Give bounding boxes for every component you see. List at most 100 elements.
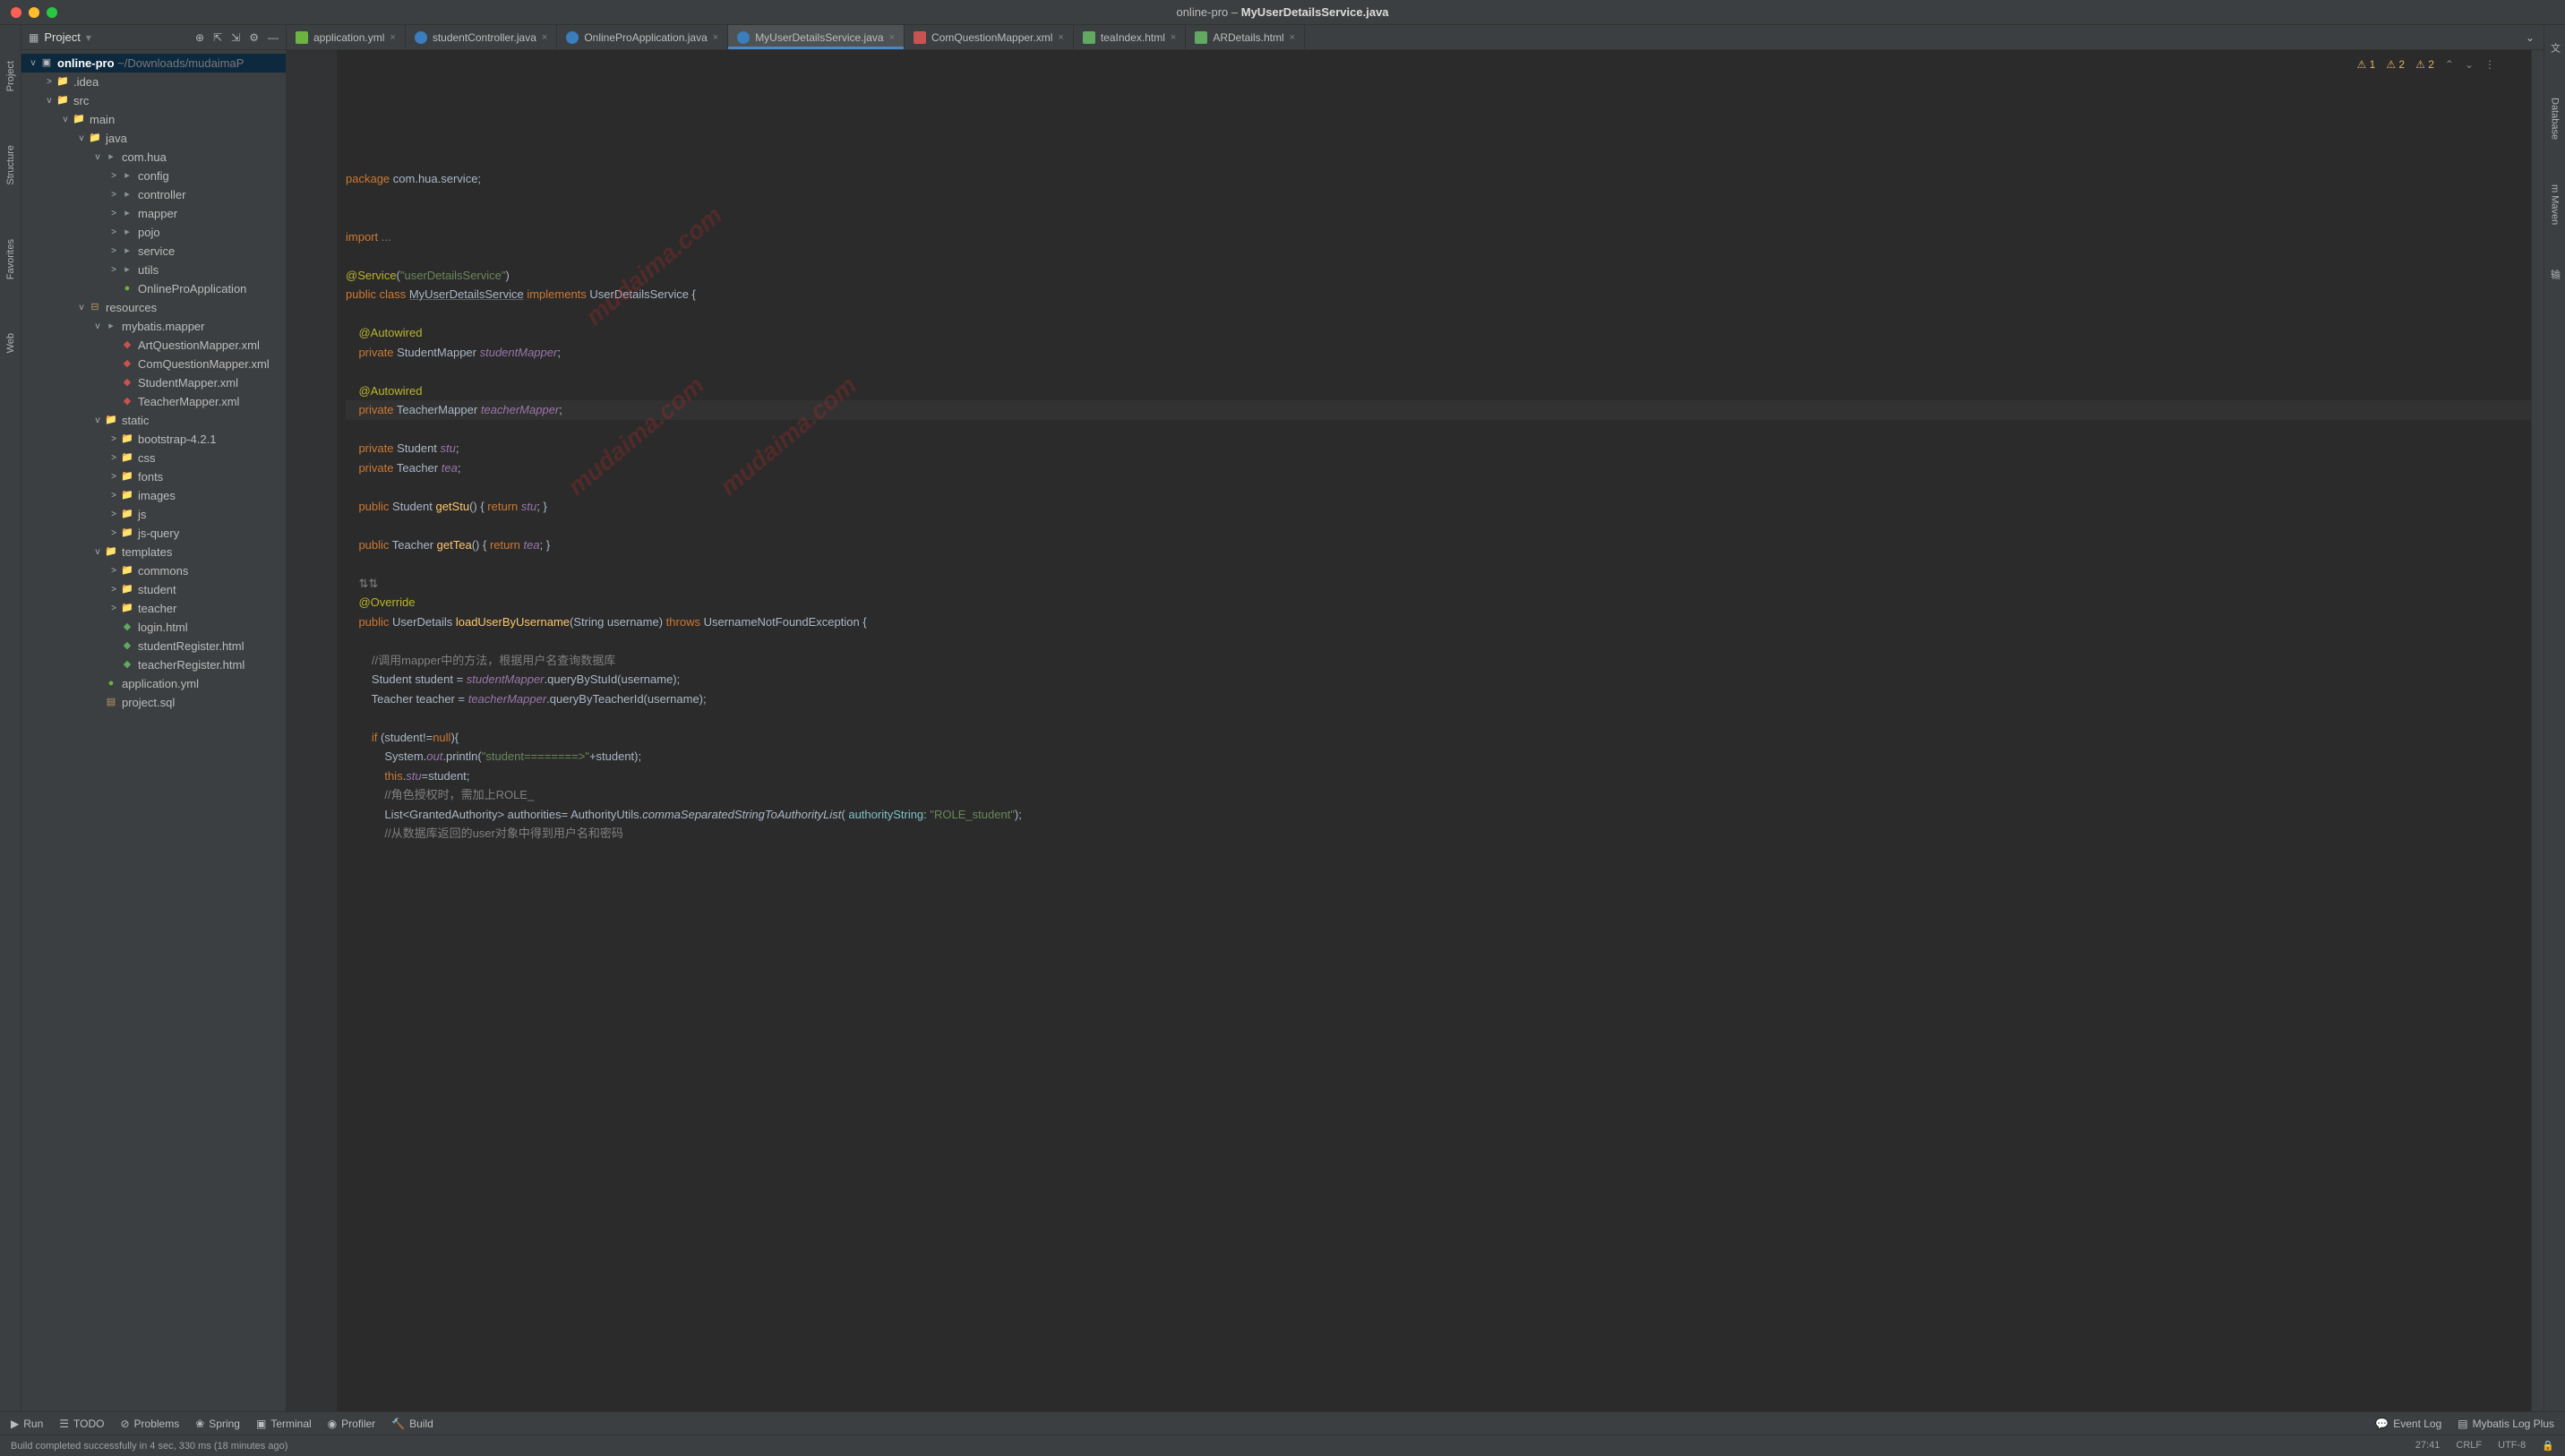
code-line[interactable]: private Teacher tea;	[346, 458, 2531, 478]
tree-item-resources[interactable]: v⊟resources	[21, 298, 286, 317]
settings-icon[interactable]: ⚙	[249, 31, 259, 44]
toolwindow-build[interactable]: 🔨Build	[391, 1417, 433, 1430]
tree-item-com-hua[interactable]: v▸com.hua	[21, 148, 286, 167]
tree-item-js-query[interactable]: >📁js-query	[21, 524, 286, 543]
close-tab-icon[interactable]: ×	[713, 32, 718, 43]
collapse-icon[interactable]: ⇲	[231, 31, 240, 44]
tree-item-pojo[interactable]: >▸pojo	[21, 223, 286, 242]
tree-item-teacher[interactable]: >📁teacher	[21, 599, 286, 618]
tab-teaIndex-html[interactable]: teaIndex.html×	[1074, 25, 1186, 49]
tab-studentController-java[interactable]: studentController.java×	[406, 25, 558, 49]
toolwindow-mybatis-log-plus[interactable]: ▤Mybatis Log Plus	[2458, 1417, 2554, 1430]
tree-item-teacherRegister-html[interactable]: ◆teacherRegister.html	[21, 655, 286, 674]
tree-item-ComQuestionMapper-xml[interactable]: ◆ComQuestionMapper.xml	[21, 355, 286, 373]
lock-icon[interactable]: 🔒	[2542, 1440, 2554, 1452]
rail-m-maven[interactable]: m Maven	[2550, 184, 2561, 225]
inspections-summary[interactable]: ⚠ 1 ⚠ 2 ⚠ 2 ⌃ ⌄ ⋮	[2357, 56, 2495, 75]
code-line[interactable]: public class MyUserDetailsService implem…	[346, 285, 2531, 304]
close-tab-icon[interactable]: ×	[390, 32, 395, 43]
tree-item-mapper[interactable]: >▸mapper	[21, 204, 286, 223]
tree-item-student[interactable]: >📁student	[21, 580, 286, 599]
code-line[interactable]	[346, 189, 2531, 209]
code-line[interactable]: @Override	[346, 593, 2531, 612]
code-editor[interactable]: ⚠ 1 ⚠ 2 ⚠ 2 ⌃ ⌄ ⋮ mudaima.com mudaima.co…	[337, 50, 2531, 1411]
tree-item-config[interactable]: >▸config	[21, 167, 286, 185]
rail--[interactable]: 文	[2548, 43, 2562, 53]
tree-item-images[interactable]: >📁images	[21, 486, 286, 505]
tree-item-studentRegister-html[interactable]: ◆studentRegister.html	[21, 637, 286, 655]
error-stripe[interactable]	[2531, 50, 2544, 1411]
more-icon[interactable]: ⋮	[2484, 56, 2495, 75]
status-utf-8[interactable]: UTF-8	[2498, 1440, 2526, 1452]
code-line[interactable]: Teacher teacher = teacherMapper.queryByT…	[346, 689, 2531, 709]
tree-item-templates[interactable]: v📁templates	[21, 543, 286, 561]
code-line[interactable]: //从数据库返回的user对象中得到用户名和密码	[346, 824, 2531, 844]
code-line[interactable]: Student student = studentMapper.queryByS…	[346, 670, 2531, 689]
code-line[interactable]: @Service("userDetailsService")	[346, 266, 2531, 286]
tree-item-utils[interactable]: >▸utils	[21, 261, 286, 279]
toolwindow-run[interactable]: ▶Run	[11, 1417, 43, 1430]
code-line[interactable]	[346, 304, 2531, 324]
code-line[interactable]: //调用mapper中的方法，根据用户名查询数据库	[346, 651, 2531, 671]
toolwindow-event-log[interactable]: 💬Event Log	[2375, 1417, 2441, 1430]
minimize-window-button[interactable]	[29, 7, 39, 18]
rail-structure[interactable]: Structure	[5, 145, 16, 185]
toolwindow-todo[interactable]: ☰TODO	[59, 1417, 104, 1430]
project-label[interactable]: Project	[44, 30, 80, 44]
close-tab-icon[interactable]: ×	[1058, 32, 1063, 43]
code-line[interactable]: if (student!=null){	[346, 728, 2531, 748]
tree-item-ArtQuestionMapper-xml[interactable]: ◆ArtQuestionMapper.xml	[21, 336, 286, 355]
tree-item-fonts[interactable]: >📁fonts	[21, 467, 286, 486]
rail-database[interactable]: Database	[2550, 98, 2561, 140]
chevron-up-icon[interactable]: ⌃	[2445, 56, 2454, 75]
tree-item-TeacherMapper-xml[interactable]: ◆TeacherMapper.xml	[21, 392, 286, 411]
tab-OnlineProApplication-java[interactable]: OnlineProApplication.java×	[557, 25, 728, 49]
code-line[interactable]	[346, 477, 2531, 497]
tree-item-mybatis-mapper[interactable]: v▸mybatis.mapper	[21, 317, 286, 336]
rail-web[interactable]: Web	[5, 333, 16, 353]
close-window-button[interactable]	[11, 7, 21, 18]
code-line[interactable]: @Autowired	[346, 323, 2531, 343]
close-tab-icon[interactable]: ×	[1171, 32, 1176, 43]
tree-item-controller[interactable]: >▸controller	[21, 185, 286, 204]
expand-icon[interactable]: ⇱	[213, 31, 222, 44]
tab-MyUserDetailsService-java[interactable]: MyUserDetailsService.java×	[728, 25, 905, 49]
close-tab-icon[interactable]: ×	[889, 32, 895, 43]
maximize-window-button[interactable]	[47, 7, 57, 18]
rail-favorites[interactable]: Favorites	[5, 239, 16, 279]
tree-item-application-yml[interactable]: ●application.yml	[21, 674, 286, 693]
tree-item-bootstrap-4-2-1[interactable]: >📁bootstrap-4.2.1	[21, 430, 286, 449]
tab-ARDetails-html[interactable]: ARDetails.html×	[1186, 25, 1305, 49]
code-line[interactable]	[346, 362, 2531, 381]
rail--[interactable]: 输	[2548, 270, 2562, 279]
tree-item-service[interactable]: >▸service	[21, 242, 286, 261]
code-line[interactable]	[346, 420, 2531, 440]
code-line[interactable]: public Student getStu() { return stu; }	[346, 497, 2531, 517]
code-line[interactable]	[346, 554, 2531, 574]
tree-item-OnlineProApplication[interactable]: ●OnlineProApplication	[21, 279, 286, 298]
code-line[interactable]: this.stu=student;	[346, 767, 2531, 786]
tree-item--idea[interactable]: >📁.idea	[21, 73, 286, 91]
code-line[interactable]: @Autowired	[346, 381, 2531, 401]
toolwindow-spring[interactable]: ❀Spring	[195, 1417, 240, 1430]
code-line[interactable]	[346, 246, 2531, 266]
tree-item-project-sql[interactable]: ▤project.sql	[21, 693, 286, 712]
tree-item-css[interactable]: >📁css	[21, 449, 286, 467]
chevron-down-icon[interactable]: ⌄	[2465, 56, 2474, 75]
code-line[interactable]	[346, 516, 2531, 535]
code-line[interactable]: public Teacher getTea() { return tea; }	[346, 535, 2531, 555]
code-line[interactable]: private Student stu;	[346, 439, 2531, 458]
code-line[interactable]	[346, 708, 2531, 728]
tree-item-js[interactable]: >📁js	[21, 505, 286, 524]
tree-item-login-html[interactable]: ◆login.html	[21, 618, 286, 637]
close-tab-icon[interactable]: ×	[1290, 32, 1295, 43]
code-line[interactable]: import ...	[346, 227, 2531, 247]
code-line[interactable]: private TeacherMapper teacherMapper;	[346, 400, 2531, 420]
code-line[interactable]: //角色授权时，需加上ROLE_	[346, 785, 2531, 805]
status-crlf[interactable]: CRLF	[2456, 1440, 2482, 1452]
toolwindow-problems[interactable]: ⊘Problems	[120, 1417, 179, 1430]
tree-item-src[interactable]: v📁src	[21, 91, 286, 110]
tree-item-static[interactable]: v📁static	[21, 411, 286, 430]
rail-project[interactable]: Project	[5, 61, 16, 91]
tree-item-StudentMapper-xml[interactable]: ◆StudentMapper.xml	[21, 373, 286, 392]
